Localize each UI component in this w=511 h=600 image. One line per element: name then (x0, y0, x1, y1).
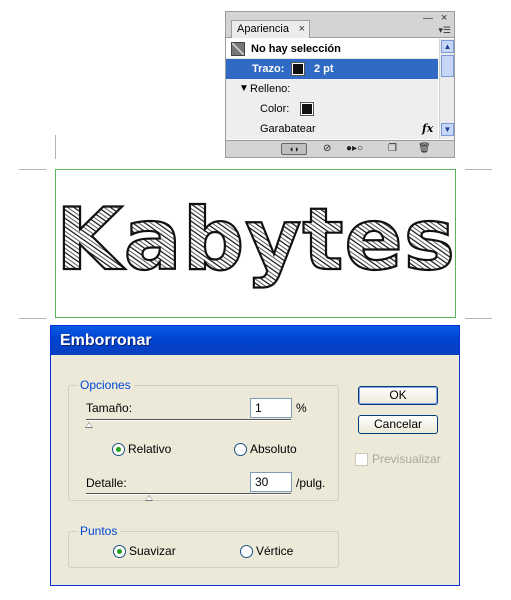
smooth-radio[interactable]: Suavizar (113, 544, 176, 558)
ok-button[interactable]: OK (358, 386, 438, 405)
corner-radio[interactable]: Vértice (240, 544, 293, 558)
crop-mark (465, 169, 492, 170)
roughen-dialog: Emborronar Opciones Tamaño: % Relativo A… (50, 325, 460, 586)
preview-checkbox[interactable]: Previsualizar (355, 452, 441, 466)
expand-triangle-icon[interactable]: ▼ (239, 79, 249, 99)
stroke-value: 2 pt (314, 63, 334, 75)
options-legend: Opciones (77, 378, 134, 392)
cancel-button[interactable]: Cancelar (358, 415, 438, 434)
relative-radio-circle[interactable] (112, 442, 125, 456)
artboard-text[interactable]: Kabytes (56, 189, 456, 291)
dialog-title-bar[interactable]: Emborronar (51, 326, 459, 355)
effect-row[interactable]: Garabatear fx (226, 119, 438, 139)
delete-item-icon[interactable]: 🗑 (418, 143, 431, 155)
new-art-basic-appearance-icon[interactable]: ◖◗ (281, 143, 307, 155)
close-panel-icon[interactable]: × (441, 13, 447, 24)
crop-mark (55, 135, 56, 159)
detail-unit: /pulg. (296, 476, 326, 490)
scroll-down-icon[interactable]: ▼ (441, 123, 454, 136)
scroll-up-icon[interactable]: ▲ (441, 40, 454, 53)
preview-checkbox-box[interactable] (355, 452, 368, 466)
scrollbar[interactable]: ▲ ▼ (439, 39, 454, 139)
detail-slider-thumb[interactable] (145, 495, 153, 501)
stroke-row[interactable]: Trazo: 2 pt (226, 59, 438, 79)
appearance-panel: Apariencia × — × ▾☰ No hay selección Tra… (225, 11, 455, 158)
crop-mark (19, 169, 46, 170)
options-group: Opciones Tamaño: % Relativo Absoluto Det… (68, 378, 339, 501)
object-row[interactable]: No hay selección (226, 39, 438, 59)
detail-slider-track[interactable] (86, 493, 291, 495)
stroke-swatch[interactable] (291, 62, 305, 76)
fill-label: Relleno: (250, 83, 291, 95)
smooth-label: Suavizar (129, 544, 176, 558)
stroke-label: Trazo: (252, 63, 285, 75)
scribble-text-art: Kabytes (56, 189, 456, 291)
fill-color-swatch[interactable] (300, 102, 314, 116)
tab-label: Apariencia (237, 23, 289, 35)
absolute-radio[interactable]: Absoluto (234, 442, 297, 456)
corner-radio-circle[interactable] (240, 544, 253, 558)
minimize-icon[interactable]: — (423, 14, 433, 24)
duplicate-item-icon[interactable]: ❐ (388, 143, 397, 155)
scroll-thumb[interactable] (441, 55, 454, 77)
size-label: Tamaño: (86, 401, 133, 415)
effect-label: Garabatear (260, 123, 316, 135)
detail-label: Detalle: (86, 476, 127, 490)
reduce-to-basic-appearance-icon[interactable]: ●▸○ (346, 143, 363, 155)
relative-label: Relativo (128, 442, 172, 456)
size-slider-thumb[interactable] (85, 422, 93, 428)
absolute-label: Absoluto (250, 442, 297, 456)
panel-footer: ◖◗ ⊘ ●▸○ ❐ 🗑 (226, 140, 454, 157)
tab-close-icon[interactable]: × (299, 21, 305, 37)
fx-icon: fx (422, 122, 434, 135)
color-label: Color: (260, 103, 290, 115)
size-unit: % (296, 401, 307, 415)
tab-appearance[interactable]: Apariencia × (231, 20, 310, 38)
panel-menu-icon[interactable]: ▾☰ (438, 25, 451, 35)
object-thumbnail-icon (231, 42, 245, 56)
points-group: Puntos Suavizar Vértice (68, 524, 339, 568)
artboard[interactable]: Kabytes (55, 169, 456, 318)
corner-label: Vértice (256, 544, 294, 558)
crop-mark (19, 318, 46, 319)
relative-radio[interactable]: Relativo (112, 442, 171, 456)
dialog-title: Emborronar (60, 332, 152, 349)
absolute-radio-circle[interactable] (234, 442, 247, 456)
panel-header: Apariencia × — × ▾☰ (226, 12, 454, 38)
fill-row[interactable]: ▼ Relleno: (226, 79, 438, 99)
points-legend: Puntos (77, 524, 121, 538)
color-row[interactable]: Color: (226, 99, 438, 119)
clear-appearance-icon[interactable]: ⊘ (323, 143, 331, 155)
crop-mark (465, 318, 492, 319)
preview-label: Previsualizar (372, 452, 441, 466)
object-label: No hay selección (251, 43, 341, 55)
size-slider-track[interactable] (86, 419, 291, 421)
detail-input[interactable] (250, 472, 292, 492)
smooth-radio-circle[interactable] (113, 544, 126, 558)
size-input[interactable] (250, 398, 292, 418)
